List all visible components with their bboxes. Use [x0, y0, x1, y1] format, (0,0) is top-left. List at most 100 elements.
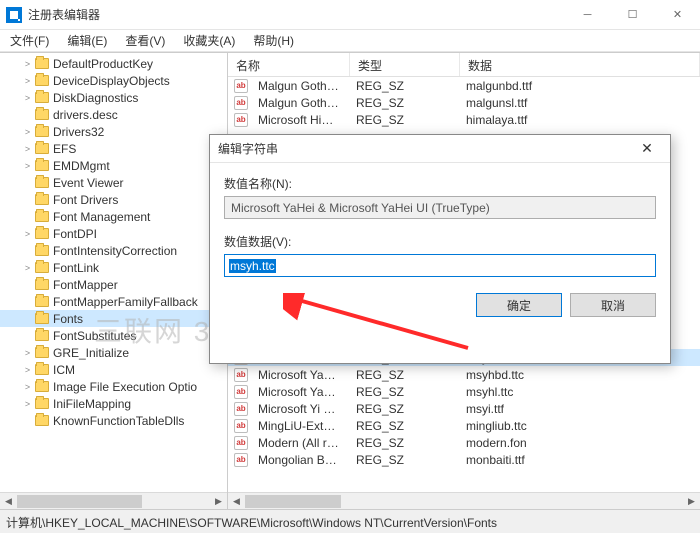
status-bar: 计算机\HKEY_LOCAL_MACHINE\SOFTWARE\Microsof… [0, 509, 700, 533]
expand-icon[interactable]: > [22, 144, 33, 154]
list-row[interactable]: abMalgun Gothic...REG_SZmalgunsl.ttf [228, 94, 700, 111]
dialog-titlebar: 编辑字符串 ✕ [210, 135, 670, 163]
value-name-label: 数值名称(N): [224, 175, 656, 192]
scroll-left-icon[interactable]: ◀ [228, 493, 245, 510]
tree-hscrollbar[interactable]: ◀ ▶ [0, 492, 227, 509]
tree-label: FontSubstitutes [53, 329, 136, 343]
tree-item[interactable]: > DeviceDisplayObjects [0, 72, 227, 89]
col-name[interactable]: 名称 [228, 53, 350, 76]
title-bar: 注册表编辑器 ─ ☐ ✕ [0, 0, 700, 30]
menu-help[interactable]: 帮助(H) [249, 30, 298, 51]
scroll-left-icon[interactable]: ◀ [0, 493, 17, 510]
expand-icon[interactable]: > [22, 76, 33, 86]
tree-label: DeviceDisplayObjects [53, 74, 170, 88]
folder-icon [35, 126, 49, 137]
tree-item[interactable]: Font Management [0, 208, 227, 225]
tree-item[interactable]: KnownFunctionTableDlls [0, 412, 227, 429]
dialog-close-button[interactable]: ✕ [632, 140, 662, 157]
list-row[interactable]: abMicrosoft YaH...REG_SZmsyhbd.ttc [228, 366, 700, 383]
registry-tree[interactable]: >DefaultProductKey>DeviceDisplayObjects>… [0, 53, 228, 509]
menu-favorites[interactable]: 收藏夹(A) [179, 30, 239, 51]
cell-data: monbaiti.ttf [458, 453, 700, 467]
status-path: 计算机\HKEY_LOCAL_MACHINE\SOFTWARE\Microsof… [6, 516, 497, 530]
tree-item[interactable]: >GRE_Initialize [0, 344, 227, 361]
ok-button[interactable]: 确定 [476, 293, 562, 317]
list-row[interactable]: abModern (All re...REG_SZmodern.fon [228, 434, 700, 451]
menu-bar: 文件(F) 编辑(E) 查看(V) 收藏夹(A) 帮助(H) [0, 30, 700, 52]
string-value-icon: ab [234, 402, 248, 416]
scroll-right-icon[interactable]: ▶ [683, 493, 700, 510]
list-hscrollbar[interactable]: ◀ ▶ [228, 492, 700, 509]
tree-item[interactable]: >Image File Execution Optio [0, 378, 227, 395]
expand-icon[interactable]: > [22, 229, 33, 239]
tree-item[interactable]: > EFS [0, 140, 227, 157]
value-data-input[interactable]: msyh.ttc [224, 254, 656, 277]
tree-label: Event Viewer [53, 176, 123, 190]
window-title: 注册表编辑器 [28, 6, 565, 23]
expand-icon[interactable]: > [22, 399, 33, 409]
tree-item[interactable]: Font Drivers [0, 191, 227, 208]
tree-item[interactable]: >IniFileMapping [0, 395, 227, 412]
cell-data: malgunbd.ttf [458, 79, 700, 93]
expand-icon[interactable]: > [22, 59, 33, 69]
list-row[interactable]: abMalgun Gothic...REG_SZmalgunbd.ttf [228, 77, 700, 94]
expand-icon[interactable]: > [22, 382, 33, 392]
close-button[interactable]: ✕ [655, 0, 700, 29]
tree-item[interactable]: Event Viewer [0, 174, 227, 191]
tree-item[interactable]: Fonts [0, 310, 227, 327]
folder-icon [35, 296, 49, 307]
string-value-icon: ab [234, 79, 248, 93]
folder-icon [35, 262, 49, 273]
list-row[interactable]: abMicrosoft Yi B...REG_SZmsyi.ttf [228, 400, 700, 417]
tree-item[interactable]: FontMapper [0, 276, 227, 293]
tree-item[interactable]: >EMDMgmt [0, 157, 227, 174]
maximize-button[interactable]: ☐ [610, 0, 655, 29]
list-row[interactable]: abMicrosoft YaH...REG_SZmsyhl.ttc [228, 383, 700, 400]
string-value-icon: ab [234, 436, 248, 450]
tree-item[interactable]: FontMapperFamilyFallback [0, 293, 227, 310]
tree-item[interactable]: > FontLink [0, 259, 227, 276]
cell-type: REG_SZ [348, 385, 458, 399]
scroll-right-icon[interactable]: ▶ [210, 493, 227, 510]
folder-icon [35, 58, 49, 69]
minimize-button[interactable]: ─ [565, 0, 610, 29]
list-header: 名称 类型 数据 [228, 53, 700, 77]
cell-data: himalaya.ttf [458, 113, 700, 127]
tree-label: Drivers32 [53, 125, 104, 139]
expand-icon[interactable]: > [22, 93, 33, 103]
folder-icon [35, 75, 49, 86]
tree-item[interactable]: >FontDPI [0, 225, 227, 242]
folder-icon [35, 160, 49, 171]
tree-item[interactable]: >DiskDiagnostics [0, 89, 227, 106]
cell-data: modern.fon [458, 436, 700, 450]
folder-icon [35, 109, 49, 120]
menu-view[interactable]: 查看(V) [121, 30, 169, 51]
tree-item[interactable]: FontSubstitutes [0, 327, 227, 344]
tree-label: ICM [53, 363, 75, 377]
menu-file[interactable]: 文件(F) [6, 30, 53, 51]
expand-icon[interactable]: > [22, 161, 33, 171]
list-row[interactable]: abMingLiU-ExtB ...REG_SZmingliub.ttc [228, 417, 700, 434]
tree-label: FontMapperFamilyFallback [53, 295, 198, 309]
tree-item[interactable]: > ICM [0, 361, 227, 378]
list-row[interactable]: abMicrosoft Him...REG_SZhimalaya.ttf [228, 111, 700, 128]
tree-item[interactable]: >DefaultProductKey [0, 55, 227, 72]
expand-icon[interactable]: > [22, 348, 33, 358]
col-data[interactable]: 数据 [460, 53, 700, 76]
tree-item[interactable]: FontIntensityCorrection [0, 242, 227, 259]
expand-icon[interactable]: > [22, 127, 33, 137]
tree-label: EFS [53, 142, 76, 156]
col-type[interactable]: 类型 [350, 53, 460, 76]
list-row[interactable]: abMongolian Bai...REG_SZmonbaiti.ttf [228, 451, 700, 468]
expand-icon[interactable]: > [22, 263, 33, 273]
tree-label: FontLink [53, 261, 99, 275]
edit-string-dialog: 编辑字符串 ✕ 数值名称(N): 数值数据(V): msyh.ttc 确定 取消 [209, 134, 671, 364]
tree-item[interactable]: drivers.desc [0, 106, 227, 123]
cancel-button[interactable]: 取消 [570, 293, 656, 317]
tree-item[interactable]: > Drivers32 [0, 123, 227, 140]
folder-icon [35, 92, 49, 103]
folder-icon [35, 364, 49, 375]
cell-data: msyhbd.ttc [458, 368, 700, 382]
menu-edit[interactable]: 编辑(E) [63, 30, 111, 51]
expand-icon[interactable]: > [22, 365, 33, 375]
